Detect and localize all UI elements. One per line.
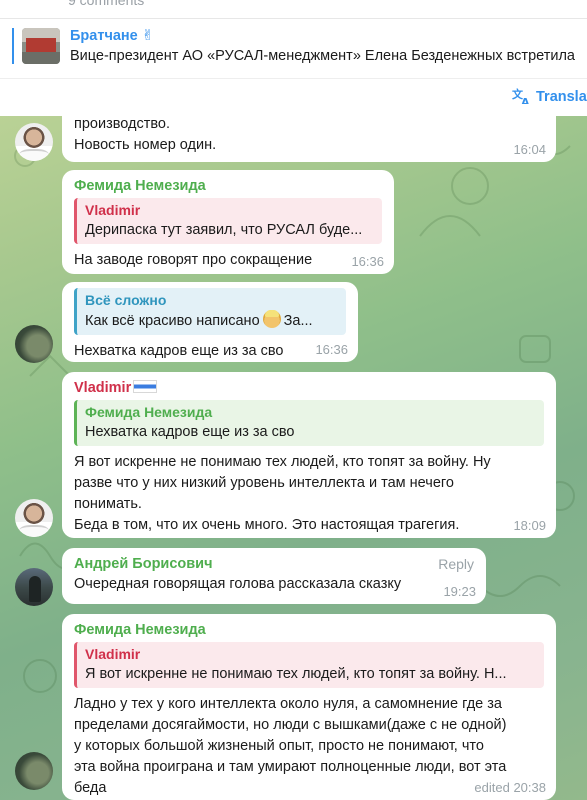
message-bubble[interactable]: Фемида Немезида Vladimir Дерипаска тут з… xyxy=(62,170,394,274)
quote-text: Нехватка кадров еще из за сво xyxy=(85,424,295,440)
message-text-line: Я вот искренне не понимаю тех людей, кто… xyxy=(74,454,491,470)
message-bubble[interactable]: Фемида Немезида Vladimir Я вот искренне … xyxy=(62,614,556,800)
avatar[interactable] xyxy=(15,325,53,363)
reply-quote[interactable]: Vladimir Я вот искренне не понимаю тех л… xyxy=(74,642,544,688)
pinned-preview-text[interactable]: Вице-президент АО «РУСАЛ-менеджмент» Еле… xyxy=(70,48,575,64)
quote-text: Как всё красиво написано За... xyxy=(85,310,338,331)
avatar[interactable] xyxy=(15,752,53,790)
message-bubble[interactable]: Всё сложно Как всё красиво написано За...… xyxy=(62,282,358,362)
quote-text-part: Как всё красиво написано xyxy=(85,313,260,329)
message-time: edited 20:38 xyxy=(474,780,546,795)
quote-author: Vladimir xyxy=(85,202,141,218)
avatar[interactable] xyxy=(15,123,53,161)
sender-name-text: Vladimir xyxy=(74,380,132,396)
sender-name[interactable]: Андрей Борисович xyxy=(74,554,474,574)
divider xyxy=(0,18,587,19)
pinned-thumbnail[interactable] xyxy=(22,28,60,64)
quote-author: Всё сложно xyxy=(85,292,167,308)
reply-button[interactable]: Reply xyxy=(438,556,474,572)
quote-text-tail: За... xyxy=(283,313,313,329)
quote-author: Vladimir xyxy=(85,646,141,662)
message-time: 16:36 xyxy=(351,254,384,269)
sender-name[interactable]: Фемида Немезида xyxy=(74,176,382,196)
reply-quote[interactable]: Фемида Немезида Нехватка кадров еще из з… xyxy=(74,400,544,446)
message-time: 16:04 xyxy=(513,142,546,157)
translate-label: Translat xyxy=(536,89,587,105)
divider xyxy=(0,78,587,79)
flag-icon xyxy=(133,380,158,393)
message-text-line: Ладно у тех у кого интеллекта около нуля… xyxy=(74,696,502,712)
pinned-accent-bar xyxy=(12,28,14,64)
message-text-line: эта война проиграна и там умирают полноц… xyxy=(74,759,507,775)
message-text: На заводе говорят про сокращение xyxy=(74,252,313,268)
message-text-line: пределами досягаймости, но люди с вышкам… xyxy=(74,717,507,733)
message-time: 19:23 xyxy=(443,584,476,599)
message-bubble[interactable]: Андрей Борисович Reply Очередная говорящ… xyxy=(62,548,486,604)
quote-author: Фемида Немезида xyxy=(85,404,213,420)
message-bubble[interactable]: производство. Новость номер один. 16:04 xyxy=(62,104,556,162)
message-text-line: разве что у них низкий уровень интеллект… xyxy=(74,475,454,491)
comments-count[interactable]: 9 comments xyxy=(0,0,144,8)
quote-text: Я вот искренне не понимаю тех людей, кто… xyxy=(85,666,507,682)
construction-worker-emoji-icon xyxy=(262,310,281,328)
avatar[interactable] xyxy=(15,568,53,606)
message-time: 18:09 xyxy=(513,518,546,533)
message-text: Нехватка кадров еще из за сво xyxy=(74,343,284,359)
message-text-line: Новость номер один. xyxy=(74,137,217,153)
reply-quote[interactable]: Vladimir Дерипаска тут заявил, что РУСАЛ… xyxy=(74,198,382,244)
sender-name[interactable]: Vladimir xyxy=(74,378,544,398)
pinned-header: 9 comments Братчане ✌ Вице-президент АО … xyxy=(0,0,587,116)
pinned-channel-name[interactable]: Братчане ✌ xyxy=(70,28,154,44)
reply-quote[interactable]: Всё сложно Как всё красиво написано За... xyxy=(74,288,346,335)
message-bubble[interactable]: Vladimir Фемида Немезида Нехватка кадров… xyxy=(62,372,556,538)
avatar[interactable] xyxy=(15,499,53,537)
message-text-line: у которых большой жизненый опыт, просто … xyxy=(74,738,484,754)
sender-name[interactable]: Фемида Немезида xyxy=(74,620,544,640)
message-text-line: понимать. xyxy=(74,496,142,512)
message-text: Очередная говорящая голова рассказала ск… xyxy=(74,576,402,592)
quote-text: Дерипаска тут заявил, что РУСАЛ буде... xyxy=(85,222,363,238)
message-time: 16:36 xyxy=(315,342,348,357)
message-text-line: производство. xyxy=(74,116,170,132)
message-text-line: Беда в том, что их очень много. Это наст… xyxy=(74,517,460,533)
